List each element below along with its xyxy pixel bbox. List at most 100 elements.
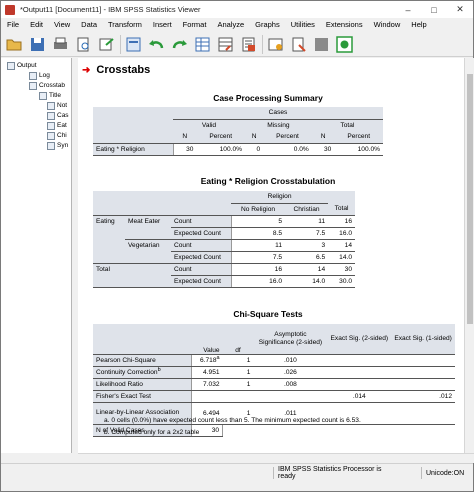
designate-window-icon	[268, 38, 283, 50]
table-cell	[327, 378, 392, 391]
crosstab-table: Religion No Religion Christian Total Eat…	[93, 191, 355, 288]
goto-case-icon	[218, 37, 233, 51]
menu-help[interactable]: Help	[411, 20, 426, 29]
toolbar	[1, 32, 473, 57]
menu-file[interactable]: File	[7, 20, 19, 29]
promote-button[interactable]	[312, 35, 331, 54]
app-icon	[5, 4, 15, 15]
menu-utilities[interactable]: Utilities	[291, 20, 315, 29]
insert-output-icon	[292, 37, 306, 52]
case-summary-title: Case Processing Summary	[213, 93, 323, 103]
scroll-thumb[interactable]	[467, 74, 473, 324]
variables-button[interactable]	[239, 35, 258, 54]
menu-insert[interactable]: Insert	[153, 20, 172, 29]
menu-format[interactable]: Format	[183, 20, 207, 29]
toolbar-separator	[120, 34, 121, 54]
table-cell: 16.0	[328, 227, 355, 240]
variables-icon	[242, 37, 255, 51]
menu-view[interactable]: View	[54, 20, 70, 29]
table-cell: 100.0%	[334, 143, 383, 156]
col-header: N	[173, 131, 197, 144]
outline-item-title[interactable]: Title	[39, 91, 61, 100]
outline-item-log[interactable]: Log	[29, 71, 50, 80]
show-data-button[interactable]	[335, 35, 354, 54]
table-cell: 14.0	[328, 251, 355, 264]
table-cell: 100.0%	[196, 143, 245, 156]
empty-cell	[223, 424, 254, 436]
table-cell: 7.032	[191, 378, 223, 391]
col-header: df	[222, 324, 254, 355]
vertical-scrollbar[interactable]	[464, 58, 474, 453]
col-header: Asymptotic Significance (2-sided)	[253, 324, 328, 355]
dialog-recall-icon	[126, 37, 141, 51]
table-cell: 30	[311, 143, 335, 156]
toolbar-separator	[262, 34, 263, 54]
print-preview-button[interactable]	[74, 35, 93, 54]
row-label: Continuity Correctionb	[93, 366, 192, 379]
outline-item-output[interactable]: Output	[7, 61, 37, 70]
table-cell: 16	[328, 215, 355, 228]
insert-output-button[interactable]	[289, 35, 308, 54]
redo-button[interactable]	[170, 35, 189, 54]
col-header: Christian	[285, 202, 329, 216]
outline-item-symmetric[interactable]: Syn	[47, 141, 68, 150]
redo-icon	[172, 39, 187, 48]
open-button[interactable]	[5, 35, 24, 54]
col-header: N	[311, 131, 335, 144]
outline-item-case-summary[interactable]: Cas	[47, 111, 69, 120]
outline-item-chi-square[interactable]: Chi	[47, 131, 67, 140]
table-cell: 4.951	[191, 366, 223, 379]
empty-cell	[93, 239, 125, 251]
stat-label: Expected Count	[171, 275, 231, 288]
valid-header: Valid	[173, 118, 245, 131]
save-icon	[31, 37, 44, 51]
footnote-a: a. 0 cells (0.0%) have expected count le…	[104, 417, 361, 424]
stat-label: Count	[171, 215, 231, 228]
menu-edit[interactable]: Edit	[30, 20, 43, 29]
goto-data-button[interactable]	[193, 35, 212, 54]
table-cell: 30.0	[328, 275, 355, 288]
menu-transform[interactable]: Transform	[108, 20, 142, 29]
empty-cell	[93, 191, 231, 203]
recall-dialog-button[interactable]	[124, 35, 143, 54]
chi-square-title: Chi-Square Tests	[233, 309, 303, 319]
outline-item-crosstabs[interactable]: Crosstab	[29, 81, 65, 90]
outline-item-notes[interactable]: Not	[47, 101, 67, 110]
table-cell: 11	[230, 239, 285, 252]
minimize-button[interactable]: –	[395, 1, 421, 18]
missing-header: Missing	[245, 118, 312, 131]
crosstabs-heading: ➜ Crosstabs	[82, 64, 151, 76]
row-group	[125, 251, 171, 264]
spss-viewer-window: *Output11 [Document11] - IBM SPSS Statis…	[0, 0, 474, 492]
menu-data[interactable]: Data	[81, 20, 97, 29]
goto-data-icon	[195, 37, 210, 51]
menu-extensions[interactable]: Extensions	[326, 20, 363, 29]
horizontal-scrollbar[interactable]	[78, 453, 474, 463]
close-button[interactable]: ✕	[447, 1, 473, 18]
print-button[interactable]	[51, 35, 70, 54]
menu-window[interactable]: Window	[374, 20, 401, 29]
save-button[interactable]	[28, 35, 47, 54]
status-bar: IBM SPSS Statistics Processor is ready U…	[1, 463, 473, 491]
menu-graphs[interactable]: Graphs	[255, 20, 280, 29]
table-cell: 16.0	[230, 275, 285, 288]
designate-window-button[interactable]	[266, 35, 285, 54]
col-header: Percent	[334, 131, 383, 144]
row-group-total: Total	[93, 263, 171, 275]
table-cell: 14.0	[285, 275, 329, 288]
col-header: Total	[328, 203, 355, 216]
table-cell: 5	[230, 215, 285, 228]
menu-analyze[interactable]: Analyze	[217, 20, 244, 29]
table-cell: .014	[327, 390, 392, 403]
outline-item-crosstab-table[interactable]: Eat	[47, 121, 67, 130]
export-button[interactable]	[97, 35, 116, 54]
table-cell: .010	[253, 354, 328, 367]
undo-button[interactable]	[147, 35, 166, 54]
table-cell	[191, 390, 223, 403]
maximize-button[interactable]: □	[421, 1, 447, 18]
folder-icon	[29, 81, 37, 90]
table-cell: 1	[222, 354, 254, 367]
outline-pane: Output Log Crosstab Title Not Cas Eat Ch…	[1, 58, 72, 453]
goto-case-button[interactable]	[216, 35, 235, 54]
table-cell: .012	[391, 390, 455, 403]
